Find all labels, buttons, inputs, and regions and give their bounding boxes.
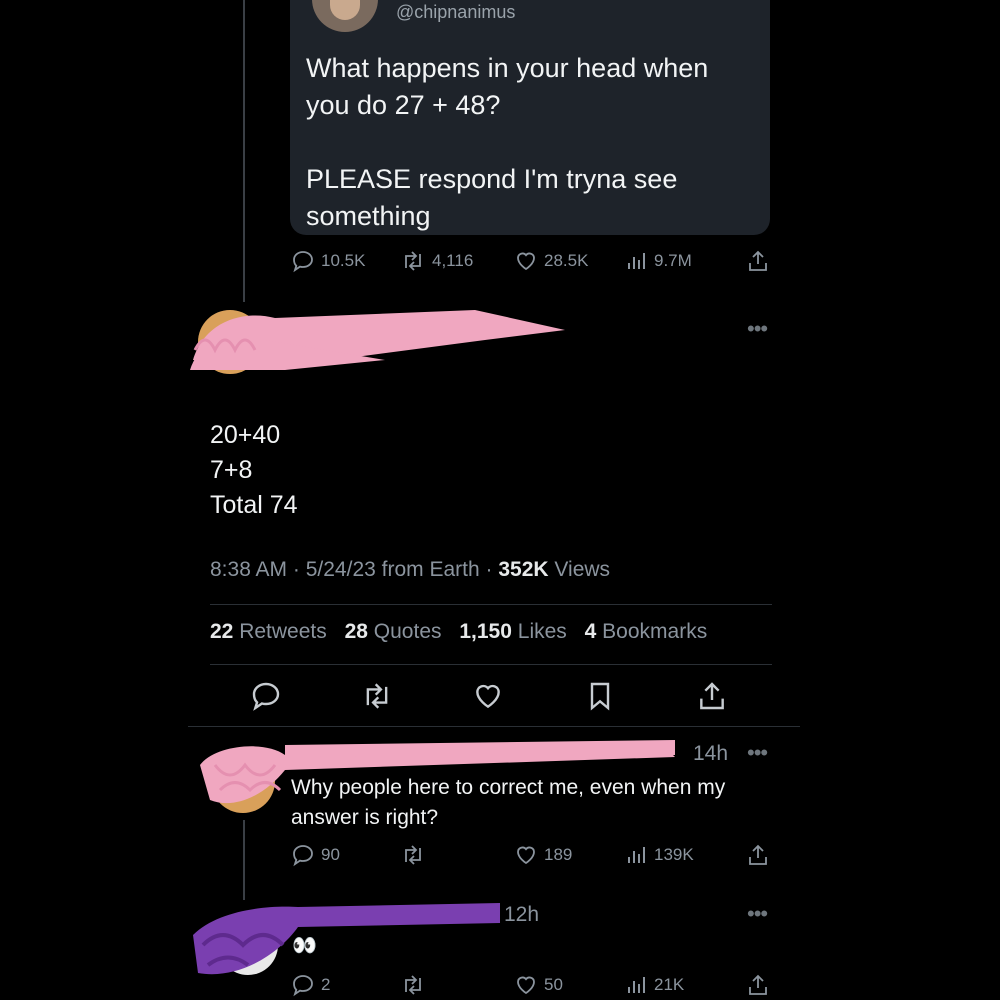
quoted-views-count: 9.7M — [654, 251, 692, 270]
more-options-icon[interactable]: ••• — [747, 740, 768, 766]
reply1-replies-count: 90 — [321, 845, 340, 864]
retweets-label: Retweets — [239, 620, 327, 643]
tweet-views-label: Views — [554, 558, 611, 581]
quoted-views-button[interactable]: 9.7M — [626, 249, 692, 273]
quoted-retweet-button[interactable]: 4,116 — [400, 249, 473, 273]
reply2-like-button[interactable]: 50 — [514, 973, 563, 997]
quotes-count: 28 — [344, 620, 368, 643]
bookmarks-label: Bookmarks — [602, 620, 708, 643]
reply2-views-count: 21K — [654, 975, 685, 994]
views-icon — [628, 847, 645, 863]
quoted-text-line2: PLEASE respond I'm tryna see something — [306, 164, 678, 231]
reply2-text: 👀 — [292, 935, 317, 957]
quoted-tweet-text: What happens in your head when you do 27… — [306, 50, 756, 235]
retweet-icon — [405, 845, 421, 865]
reply-icon — [293, 975, 313, 997]
reply-icon[interactable] — [250, 680, 282, 712]
quoted-like-button[interactable]: 28.5K — [514, 249, 588, 273]
heart-icon[interactable] — [472, 680, 504, 712]
reply1-views-button[interactable]: 139K — [626, 843, 694, 867]
reply2-time[interactable]: 12h — [504, 903, 539, 927]
tweet-line: 20+40 — [210, 421, 281, 449]
quotes-label: Quotes — [373, 620, 442, 643]
reply2-views-button[interactable]: 21K — [626, 973, 684, 997]
reply2-replies-count: 2 — [321, 975, 331, 994]
redaction-scribble-author — [190, 310, 565, 374]
tweet-date[interactable]: 5/24/23 — [306, 558, 376, 581]
tweet-line: Total 74 — [210, 491, 298, 519]
views-icon — [628, 253, 645, 269]
reply-icon — [293, 845, 313, 867]
share-icon — [749, 250, 767, 271]
quoted-reply-button[interactable]: 10.5K — [291, 249, 365, 273]
reply2-retweet-button[interactable] — [400, 973, 426, 997]
likes-link[interactable]: 1,150 Likes — [459, 620, 566, 643]
reply1-reply-button[interactable]: 90 — [291, 843, 340, 867]
tweet-views-count: 352K — [498, 558, 549, 581]
retweets-count: 22 — [210, 620, 234, 643]
redaction-scribble-reply2 — [193, 903, 500, 975]
divider — [210, 604, 772, 605]
bookmark-icon[interactable] — [584, 680, 616, 712]
reply1-likes-count: 189 — [544, 845, 573, 864]
reply1-share-button[interactable] — [746, 843, 770, 867]
views-icon — [628, 977, 645, 993]
share-icon — [749, 974, 767, 995]
tweet-line: 7+8 — [210, 456, 253, 484]
reply1-like-button[interactable]: 189 — [514, 843, 572, 867]
bookmarks-count: 4 — [584, 620, 597, 643]
heart-icon — [517, 252, 535, 271]
retweet-icon — [405, 251, 421, 271]
retweet-icon[interactable] — [360, 680, 394, 712]
heart-icon — [517, 976, 535, 995]
quotes-link[interactable]: 28 Quotes — [345, 620, 442, 643]
reply1-text: Why people here to correct me, even when… — [291, 776, 726, 829]
reply1-views-count: 139K — [654, 845, 694, 864]
likes-count: 1,150 — [459, 620, 512, 643]
more-options-icon[interactable]: ••• — [747, 901, 768, 927]
tweet-meta: 8:38 AM · 5/24/23 from Earth · 352K View… — [210, 558, 611, 581]
reply2-share-button[interactable] — [746, 973, 770, 997]
tweet-body: 20+40 7+8 Total 74 — [210, 418, 298, 523]
divider — [188, 726, 800, 727]
quoted-likes-count: 28.5K — [544, 251, 589, 270]
quoted-share-button[interactable] — [746, 249, 770, 273]
thread-line-top — [243, 0, 245, 302]
quoted-text-line1: What happens in your head when you do 27… — [306, 53, 709, 120]
divider — [210, 664, 772, 665]
more-options-icon[interactable]: ••• — [747, 316, 768, 342]
reply1-time[interactable]: 14h — [693, 742, 728, 766]
quoted-handle[interactable]: @chipnanimus — [396, 2, 515, 23]
reply-icon — [293, 251, 313, 273]
retweets-link[interactable]: 22 Retweets — [210, 620, 327, 643]
likes-label: Likes — [517, 620, 567, 643]
reply2-reply-button[interactable]: 2 — [291, 973, 330, 997]
engagement-counts: 22 Retweets 28 Quotes 1,150 Likes 4 Book… — [210, 620, 719, 644]
retweet-icon — [405, 975, 421, 995]
reply2-likes-count: 50 — [544, 975, 563, 994]
share-icon — [749, 844, 767, 865]
reply1-retweet-button[interactable] — [400, 843, 426, 867]
share-icon[interactable] — [696, 680, 728, 712]
heart-icon — [517, 846, 535, 865]
quoted-replies-count: 10.5K — [321, 251, 366, 270]
tweet-time[interactable]: 8:38 AM — [210, 558, 287, 581]
bookmarks-link[interactable]: 4 Bookmarks — [585, 620, 708, 643]
tweet-source: from Earth — [381, 558, 480, 581]
thread-line-reply — [243, 820, 245, 900]
quoted-retweets-count: 4,116 — [432, 251, 474, 270]
